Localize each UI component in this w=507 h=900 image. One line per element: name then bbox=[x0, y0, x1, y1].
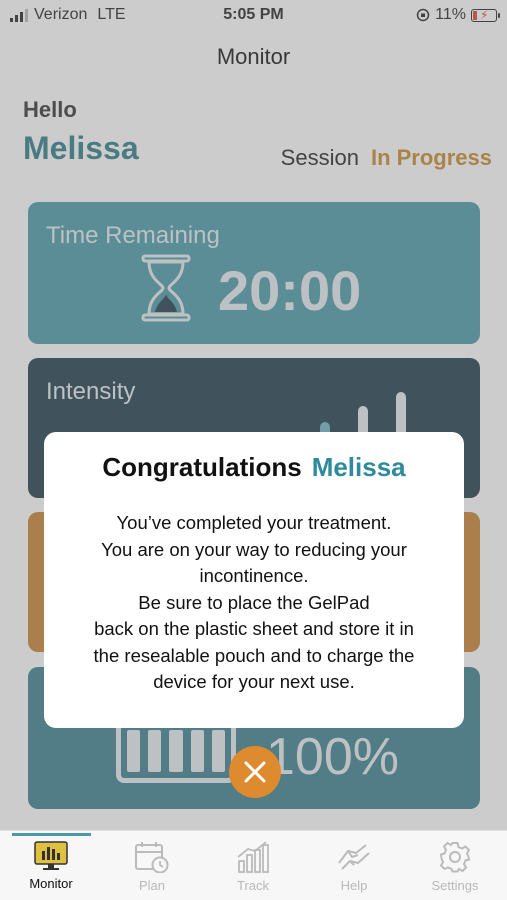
congratulations-dialog: Congratulations Melissa You’ve completed … bbox=[44, 432, 464, 728]
active-tab-indicator bbox=[12, 833, 91, 836]
calendar-clock-icon bbox=[135, 842, 169, 873]
monitor-icon bbox=[34, 841, 68, 870]
close-icon bbox=[244, 761, 266, 783]
dialog-line: You’ve completed your treatment. bbox=[116, 512, 392, 533]
dialog-line: You are on your way to reducing your bbox=[101, 538, 407, 560]
tab-label: Help bbox=[340, 878, 368, 893]
dialog-message: You’ve completed your treatment. You are… bbox=[54, 510, 454, 696]
dialog-title-word: Congratulations bbox=[102, 452, 302, 482]
gear-icon bbox=[439, 841, 471, 873]
tab-label: Plan bbox=[138, 878, 166, 893]
tab-label: Settings bbox=[431, 878, 479, 893]
dialog-line: device for your next use. bbox=[153, 671, 355, 692]
tab-label: Monitor bbox=[29, 876, 73, 891]
tab-plan[interactable]: Plan bbox=[107, 841, 197, 893]
dialog-line: Be sure to place the GelPad bbox=[138, 591, 370, 613]
dialog-title-name: Melissa bbox=[311, 452, 406, 482]
tab-bar: Monitor Plan Track Help Settings bbox=[0, 830, 507, 900]
tab-track[interactable]: Track bbox=[208, 841, 298, 893]
dialog-line: back on the plastic sheet and store it i… bbox=[94, 618, 414, 639]
bar-chart-icon bbox=[237, 841, 269, 873]
handshake-icon bbox=[338, 844, 370, 870]
tab-help[interactable]: Help bbox=[309, 841, 399, 893]
close-dialog-button[interactable] bbox=[229, 746, 281, 798]
dialog-line: the resealable pouch and to charge the bbox=[93, 644, 415, 666]
tab-monitor[interactable]: Monitor bbox=[6, 841, 96, 891]
dialog-line: incontinence. bbox=[199, 565, 309, 586]
tab-label: Track bbox=[236, 878, 270, 893]
tab-settings[interactable]: Settings bbox=[410, 841, 500, 893]
dialog-title: Congratulations Melissa bbox=[44, 452, 464, 483]
